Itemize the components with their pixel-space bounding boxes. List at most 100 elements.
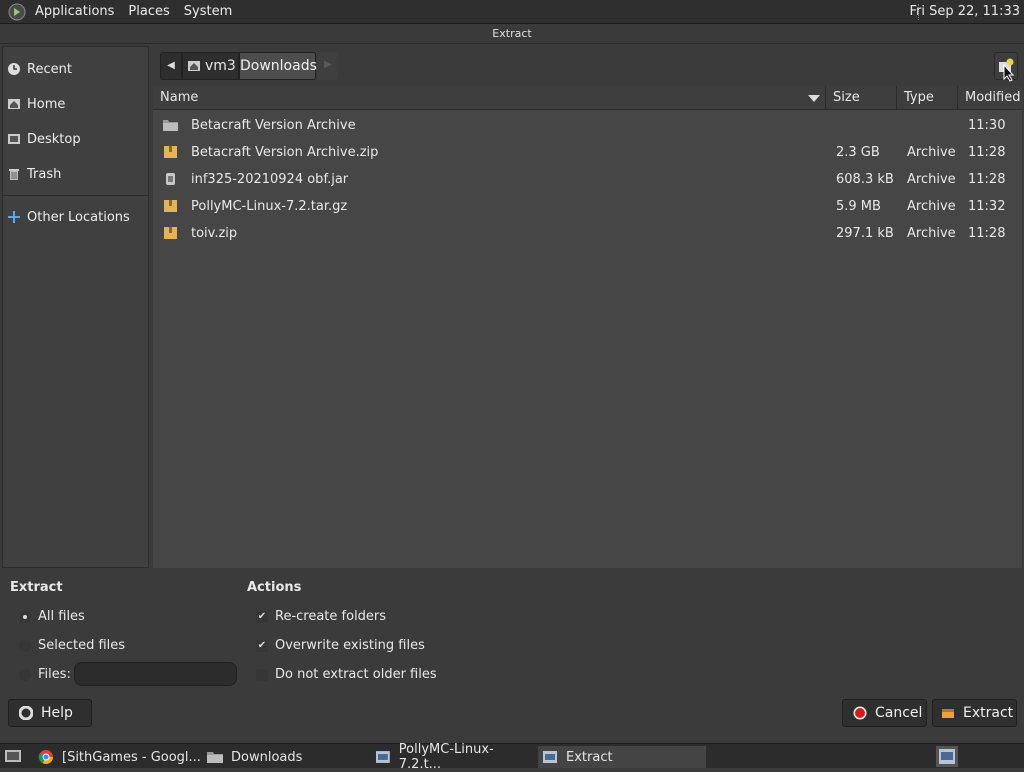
radio-label: All files — [38, 609, 85, 624]
folder-icon — [163, 120, 178, 131]
sidebar-item-other-locations[interactable]: Other Locations — [3, 202, 148, 232]
file-row[interactable]: Betacraft Version Archive.zip 2.3 GB Arc… — [153, 139, 1022, 166]
column-name[interactable]: Name — [153, 86, 826, 110]
taskbar-item-label: [SithGames - Googl... — [62, 749, 201, 765]
path-back-button[interactable]: ◀ — [160, 52, 182, 80]
chrome-icon — [38, 750, 53, 764]
files-pattern-input[interactable] — [74, 662, 237, 686]
file-type: Archive — [907, 172, 956, 187]
trash-icon — [9, 169, 19, 180]
mint-logo-icon[interactable] — [8, 3, 26, 21]
taskbar-item-label: Downloads — [231, 749, 303, 765]
path-forward-button[interactable]: ▶ — [318, 52, 338, 80]
radio-indicator — [19, 610, 31, 623]
sidebar-item-label: Other Locations — [27, 209, 130, 225]
file-type: Archive — [907, 199, 956, 214]
file-modified: 11:32 — [968, 199, 1006, 214]
file-name: PollyMC-Linux-7.2.tar.gz — [191, 199, 348, 214]
sidebar-item-recent[interactable]: Recent — [3, 54, 148, 84]
file-name: inf325-20210924 obf.jar — [191, 172, 349, 187]
do-not-extract-older-checkbox[interactable]: Do not extract older files — [256, 667, 437, 682]
files-pattern-radio[interactable]: Files: — [19, 667, 71, 682]
recreate-folders-checkbox[interactable]: ✔ Re-create folders — [256, 609, 386, 624]
workspace-switcher-icon[interactable] — [936, 746, 958, 767]
extract-archive-icon — [942, 709, 954, 718]
file-row[interactable]: Betacraft Version Archive 11:30 — [153, 112, 1022, 139]
extract-button-label: Extract — [963, 705, 1014, 721]
taskbar-item-extract[interactable]: Extract — [538, 746, 706, 768]
file-modified: 11:28 — [968, 172, 1006, 187]
column-type[interactable]: Type — [897, 86, 958, 110]
radio-indicator — [19, 668, 31, 681]
help-button[interactable]: Help — [8, 699, 92, 727]
column-size[interactable]: Size — [826, 86, 897, 110]
desktop-icon — [8, 134, 20, 144]
help-lifebuoy-icon — [19, 706, 33, 720]
file-size: 2.3 GB — [836, 145, 880, 160]
archive-icon — [164, 227, 177, 239]
places-menu[interactable]: Places — [121, 4, 176, 19]
sidebar-item-home[interactable]: Home — [3, 89, 148, 119]
show-desktop-icon[interactable] — [4, 748, 22, 764]
taskbar-item-label: Extract — [566, 749, 613, 765]
sidebar-item-desktop[interactable]: Desktop — [3, 124, 148, 154]
sidebar-item-label: Trash — [27, 166, 62, 182]
all-files-radio[interactable]: All files — [19, 609, 85, 624]
file-browser: ◀ vm3 Downloads ▶ Name Size Type Modifie… — [153, 46, 1022, 568]
taskbar-item-chrome[interactable]: [SithGames - Googl... — [30, 746, 202, 768]
home-icon — [188, 61, 200, 71]
mouse-cursor-icon — [1003, 64, 1015, 82]
radio-indicator — [19, 639, 31, 652]
file-modified: 11:28 — [968, 145, 1006, 160]
checkbox-unchecked — [256, 668, 268, 681]
checkbox-checked: ✔ — [256, 639, 268, 652]
taskbar-item-downloads[interactable]: Downloads — [203, 746, 363, 768]
path-bar: ◀ vm3 Downloads ▶ — [153, 46, 1022, 86]
checkbox-checked: ✔ — [256, 610, 268, 623]
clock[interactable]: Fri Sep 22, 11:33 — [909, 4, 1020, 19]
applications-menu[interactable]: Applications — [28, 4, 121, 19]
file-size: 608.3 kB — [836, 172, 894, 187]
sort-descending-icon — [808, 95, 820, 102]
file-name: Betacraft Version Archive — [191, 118, 356, 133]
home-icon — [8, 99, 20, 109]
help-button-label: Help — [41, 705, 73, 721]
file-row[interactable]: PollyMC-Linux-7.2.tar.gz 5.9 MB Archive … — [153, 193, 1022, 220]
cancel-button[interactable]: Cancel — [842, 699, 927, 727]
top-panel: Applications Places System Fri Sep 22, 1… — [0, 0, 1024, 24]
path-segment-vm3[interactable]: vm3 — [182, 52, 239, 80]
extract-options-panel: Extract All files Selected files Files: … — [0, 570, 1024, 694]
checkbox-label: Do not extract older files — [275, 667, 437, 682]
radio-label: Files: — [38, 667, 71, 682]
places-sidebar: Recent Home Desktop Trash Other Location… — [2, 46, 149, 568]
file-name: toiv.zip — [191, 226, 238, 241]
overwrite-files-checkbox[interactable]: ✔ Overwrite existing files — [256, 638, 425, 653]
taskbar-item-pollymc-archive[interactable]: PollyMC-Linux-7.2.t... — [371, 742, 534, 772]
column-modified[interactable]: Modified — [958, 86, 1022, 110]
file-name: Betacraft Version Archive.zip — [191, 145, 379, 160]
file-size: 297.1 kB — [836, 226, 894, 241]
jar-icon — [166, 173, 175, 185]
sidebar-item-trash[interactable]: Trash — [3, 159, 148, 189]
taskbar: [SithGames - Googl... Downloads PollyMC-… — [0, 742, 1024, 772]
archive-icon — [164, 200, 177, 212]
file-modified: 11:30 — [968, 118, 1006, 133]
archive-manager-icon — [543, 751, 557, 763]
file-row[interactable]: toiv.zip 297.1 kB Archive 11:28 — [153, 220, 1022, 247]
selected-files-radio[interactable]: Selected files — [19, 638, 125, 653]
file-type: Archive — [907, 145, 956, 160]
stop-icon — [853, 706, 867, 720]
column-header: Name Size Type Modified — [153, 86, 1022, 110]
checkbox-label: Overwrite existing files — [275, 638, 425, 653]
plus-icon — [8, 211, 20, 223]
checkbox-label: Re-create folders — [275, 609, 387, 624]
path-segment-downloads[interactable]: Downloads — [239, 52, 317, 80]
clock-icon — [8, 63, 20, 75]
extract-button[interactable]: Extract — [932, 699, 1017, 727]
file-type: Archive — [907, 226, 956, 241]
sidebar-separator — [3, 195, 148, 196]
cancel-button-label: Cancel — [875, 705, 923, 721]
file-row[interactable]: inf325-20210924 obf.jar 608.3 kB Archive… — [153, 166, 1022, 193]
sidebar-item-label: Home — [27, 96, 66, 112]
system-menu[interactable]: System — [177, 4, 239, 19]
